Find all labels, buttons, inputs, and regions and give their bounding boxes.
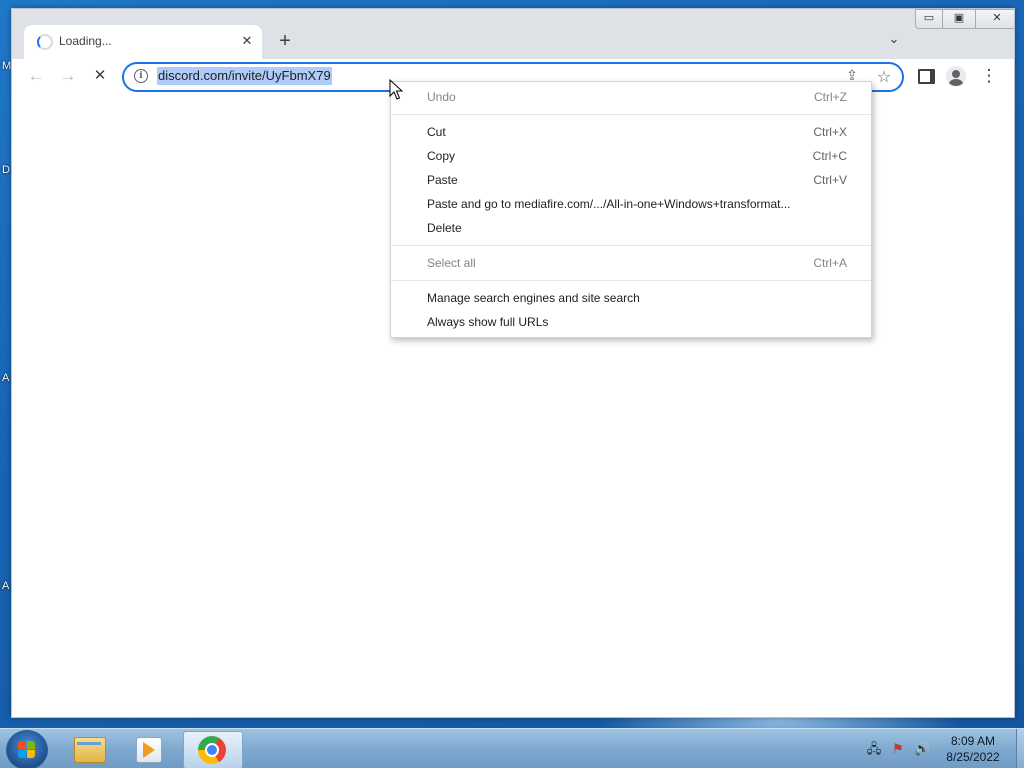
clock-time: 8:09 AM — [950, 734, 996, 748]
tab-loading[interactable]: Loading... ✕ — [24, 25, 262, 59]
network-icon[interactable]: 🖧 — [866, 741, 882, 757]
desktop-icon-label[interactable]: D — [2, 164, 10, 176]
menu-item-shortcut: Ctrl+X — [813, 125, 847, 139]
avatar-body — [949, 79, 963, 86]
new-tab-button[interactable]: + — [274, 31, 296, 53]
show-desktop-button[interactable] — [1016, 729, 1024, 768]
media-player-icon — [136, 737, 162, 763]
menu-item-delete[interactable]: Delete — [391, 216, 871, 240]
mouse-cursor-icon — [389, 79, 403, 100]
side-panel-icon[interactable] — [918, 69, 935, 84]
menu-item-label: Delete — [427, 221, 462, 235]
menu-separator — [391, 280, 871, 281]
menu-item-label: Manage search engines and site search — [427, 291, 640, 305]
menu-item-shortcut: Ctrl+V — [813, 173, 847, 187]
url-text-selected[interactable]: discord.com/invite/UyFbmX79 — [157, 67, 332, 85]
close-window-button[interactable]: ✕ — [975, 9, 1014, 29]
menu-item-always-show-full-urls[interactable]: Always show full URLs — [391, 310, 871, 334]
menu-item-label: Always show full URLs — [427, 315, 549, 329]
windows-logo-icon — [18, 741, 36, 759]
browser-menu-button[interactable]: ⋮ — [977, 65, 1001, 87]
desktop-icon-label[interactable]: A — [2, 372, 9, 384]
menu-separator — [391, 245, 871, 246]
system-clock[interactable]: 8:09 AM 8/25/2022 — [934, 733, 1012, 765]
menu-item-shortcut: Ctrl+Z — [814, 90, 847, 104]
avatar-head — [952, 70, 960, 78]
menu-item-paste[interactable]: Paste Ctrl+V — [391, 168, 871, 192]
bookmark-star-icon[interactable]: ☆ — [874, 67, 894, 86]
tab-strip: Loading... ✕ + ⌄ ▭ ▣ ✕ — [12, 9, 1014, 59]
window-controls: ▭ ▣ ✕ — [915, 9, 1014, 29]
omnibox-context-menu: Undo Ctrl+Z Cut Ctrl+X Copy Ctrl+C Paste… — [390, 81, 872, 338]
loading-spinner-icon — [37, 34, 53, 50]
restore-button[interactable]: ▣ — [942, 9, 976, 29]
desktop-icon-label[interactable]: A — [2, 580, 9, 592]
site-info-icon[interactable]: i — [134, 69, 148, 83]
stop-loading-button[interactable]: ✕ — [88, 65, 112, 87]
taskbar-chrome[interactable] — [183, 731, 243, 768]
menu-item-cut[interactable]: Cut Ctrl+X — [391, 120, 871, 144]
tab-close-button[interactable]: ✕ — [238, 32, 256, 50]
taskbar-explorer[interactable] — [60, 731, 118, 767]
minimize-button[interactable]: ▭ — [915, 9, 943, 29]
menu-item-shortcut: Ctrl+A — [813, 256, 847, 270]
action-center-flag-icon[interactable]: ⚑ — [890, 741, 906, 757]
tab-title: Loading... — [59, 34, 112, 48]
clock-date: 8/25/2022 — [946, 750, 1000, 764]
menu-item-label: Paste and go to mediafire.com/.../All-in… — [427, 197, 791, 211]
profile-avatar-icon[interactable] — [946, 66, 966, 86]
menu-item-label: Undo — [427, 90, 456, 104]
menu-item-manage-search-engines[interactable]: Manage search engines and site search — [391, 286, 871, 310]
menu-item-undo[interactable]: Undo Ctrl+Z — [391, 85, 871, 109]
chrome-icon — [198, 736, 226, 764]
taskbar: 🖧 ⚑ 🔊 8:09 AM 8/25/2022 — [0, 728, 1024, 768]
forward-button[interactable]: → — [56, 65, 80, 87]
folder-icon — [74, 737, 106, 763]
menu-item-label: Paste — [427, 173, 458, 187]
start-button[interactable] — [6, 730, 48, 768]
menu-item-copy[interactable]: Copy Ctrl+C — [391, 144, 871, 168]
menu-item-shortcut: Ctrl+C — [812, 149, 847, 163]
volume-icon[interactable]: 🔊 — [914, 741, 930, 757]
menu-item-paste-and-go[interactable]: Paste and go to mediafire.com/.../All-in… — [391, 192, 871, 216]
taskbar-media-player[interactable] — [120, 731, 178, 767]
menu-item-label: Copy — [427, 149, 456, 163]
menu-item-label: Cut — [427, 125, 446, 139]
menu-item-label: Select all — [427, 256, 476, 270]
back-button[interactable]: ← — [24, 65, 48, 87]
menu-item-select-all[interactable]: Select all Ctrl+A — [391, 251, 871, 275]
tab-search-chevron-icon[interactable]: ⌄ — [884, 31, 904, 51]
desktop-icon-label[interactable]: M — [2, 60, 11, 72]
menu-separator — [391, 114, 871, 115]
